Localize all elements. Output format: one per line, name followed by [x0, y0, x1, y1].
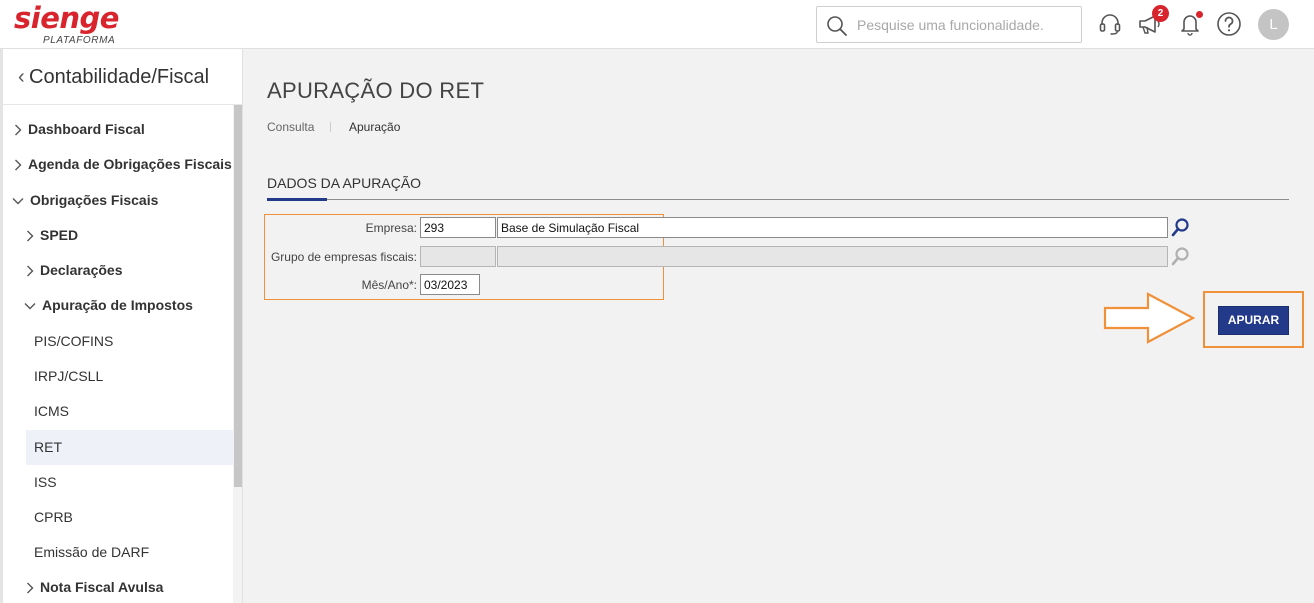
sidebar-item-irpj-csll[interactable]: IRPJ/CSLL [26, 359, 233, 394]
section-divider [267, 199, 1289, 200]
sidebar-item-label: Nota Fiscal Avulsa [40, 579, 164, 595]
sidebar-item-label: RET [34, 439, 62, 455]
sidebar-back-title[interactable]: ‹ Contabilidade/Fiscal [18, 63, 209, 93]
search-input[interactable] [857, 15, 1075, 35]
sidebar-edge [0, 49, 3, 603]
sidebar-item-label: ICMS [34, 403, 69, 419]
chevron-right-icon [26, 253, 38, 288]
sidebar-divider [3, 104, 242, 105]
logo-subtitle: PLATAFORMA [43, 35, 116, 46]
arrow-right-annotation-icon [1103, 292, 1196, 344]
top-bar: sienge PLATAFORMA 2 L [0, 0, 1314, 49]
grupo-label: Grupo de empresas fiscais: [270, 250, 417, 264]
chevron-right-icon [14, 112, 26, 147]
breadcrumb-separator [330, 122, 331, 132]
sidebar-item-label: Declarações [40, 262, 123, 278]
sidebar-item-label: ISS [34, 474, 57, 490]
chevron-down-icon [12, 183, 24, 218]
sidebar-item-pis-cofins[interactable]: PIS/COFINS [26, 324, 233, 359]
empresa-code-input[interactable] [420, 217, 496, 238]
search-box[interactable] [816, 6, 1082, 43]
sidebar-item-label: SPED [40, 227, 79, 243]
sidebar-scrollbar-thumb[interactable] [234, 105, 242, 487]
user-avatar[interactable]: L [1258, 9, 1289, 40]
sidebar-item-iss[interactable]: ISS [26, 465, 233, 500]
empresa-name-input[interactable] [497, 217, 1168, 238]
notification-badge: 2 [1152, 5, 1169, 22]
headset-icon[interactable] [1097, 11, 1123, 37]
empresa-lookup-icon[interactable] [1170, 216, 1192, 238]
sidebar-item-label: PIS/COFINS [34, 333, 114, 349]
bell-alert-dot [1196, 11, 1203, 18]
sidebar-item-label: Apuração de Impostos [42, 297, 193, 313]
empresa-label: Empresa: [365, 221, 417, 235]
sidebar-item-agenda-obrigacoes[interactable]: Agenda de Obrigações Fiscais [14, 147, 233, 182]
sidebar-item-obrigacoes-fiscais[interactable]: Obrigações Fiscais [12, 183, 233, 218]
mes-ano-label: Mês/Ano*: [361, 278, 417, 292]
grupo-name-input[interactable] [497, 246, 1168, 267]
sidebar-item-dashboard-fiscal[interactable]: Dashboard Fiscal [14, 112, 233, 147]
grupo-lookup-icon[interactable] [1170, 245, 1192, 267]
chevron-right-icon [26, 570, 38, 603]
breadcrumb-current: Apuração [349, 120, 401, 134]
sidebar-item-label: Dashboard Fiscal [28, 121, 145, 137]
sidebar: ‹ Contabilidade/Fiscal Dashboard Fiscal A… [0, 49, 243, 603]
breadcrumb-consulta[interactable]: Consulta [267, 120, 314, 134]
sidebar-item-ret[interactable]: RET [26, 430, 233, 465]
chevron-left-icon: ‹ [18, 66, 25, 88]
logo-wordmark: sienge [14, 1, 119, 35]
apurar-button[interactable]: APURAR [1218, 306, 1289, 335]
sidebar-item-label: IRPJ/CSLL [34, 368, 104, 384]
sidebar-item-label: Emissão de DARF [34, 544, 150, 560]
chevron-down-icon [24, 288, 36, 323]
sidebar-module-title: Contabilidade/Fiscal [29, 66, 210, 88]
sienge-logo[interactable]: sienge PLATAFORMA [14, 1, 124, 47]
sidebar-item-label: Agenda de Obrigações Fiscais [28, 156, 232, 172]
section-title: DADOS DA APURAÇÃO [267, 175, 422, 191]
sidebar-item-declaracoes[interactable]: Declarações [26, 253, 233, 288]
sidebar-item-icms[interactable]: ICMS [26, 394, 233, 429]
section-divider-accent [267, 198, 327, 201]
sidebar-item-sped[interactable]: SPED [26, 218, 233, 253]
mes-ano-input[interactable] [420, 274, 480, 295]
chevron-right-icon [26, 218, 38, 253]
sidebar-item-apuracao-impostos[interactable]: Apuração de Impostos [24, 288, 233, 323]
sidebar-item-nota-fiscal-avulsa[interactable]: Nota Fiscal Avulsa [26, 570, 233, 603]
help-icon[interactable] [1216, 11, 1242, 37]
search-icon [827, 16, 847, 36]
chevron-right-icon [14, 147, 26, 182]
sidebar-item-cprb[interactable]: CPRB [26, 500, 233, 535]
grupo-code-input[interactable] [420, 246, 496, 267]
sidebar-item-label: Obrigações Fiscais [30, 192, 159, 208]
sidebar-item-emissao-darf[interactable]: Emissão de DARF [26, 535, 233, 570]
sidebar-item-label: CPRB [34, 509, 73, 525]
page-title: APURAÇÃO DO RET [267, 78, 485, 103]
